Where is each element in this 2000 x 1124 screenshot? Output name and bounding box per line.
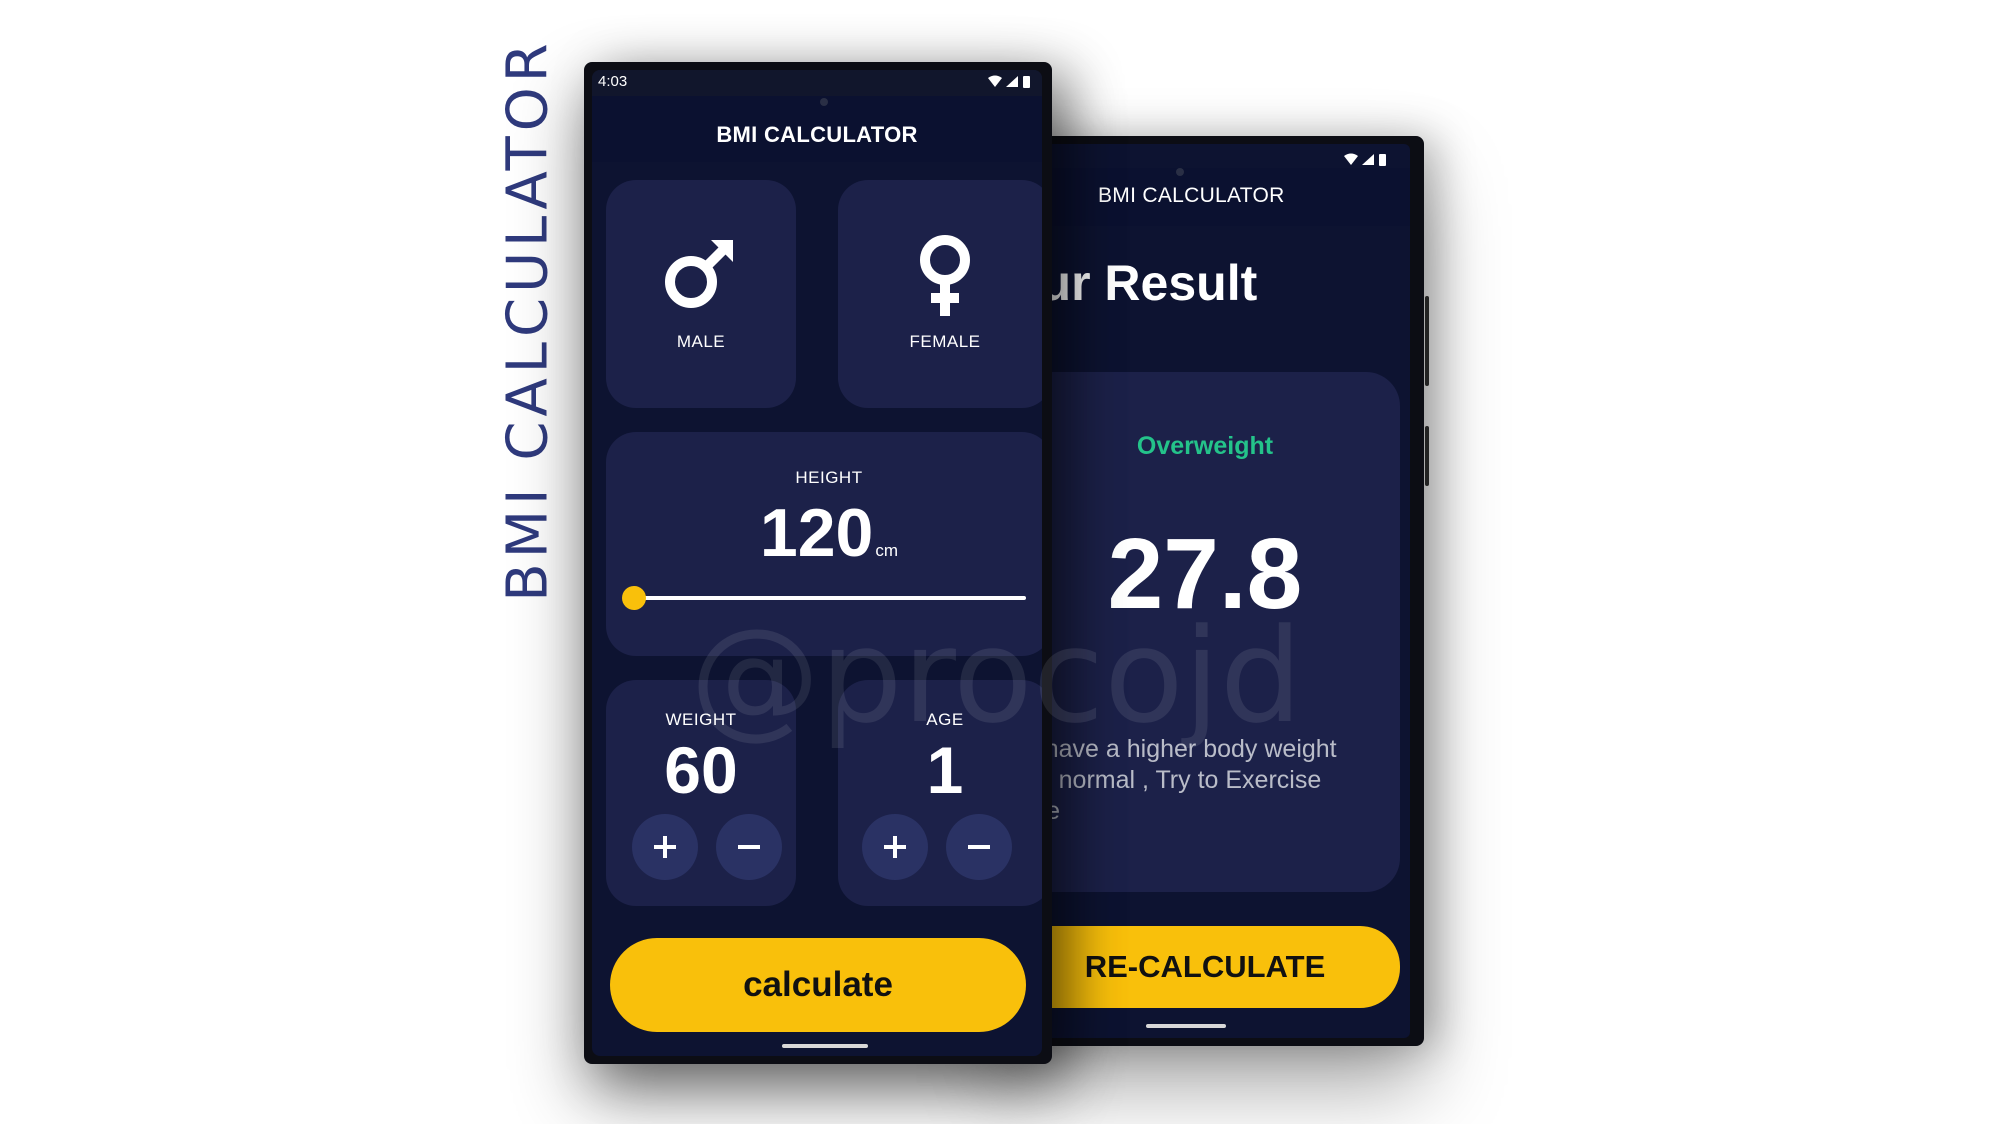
camera-dot (1176, 168, 1184, 176)
height-label: HEIGHT (795, 468, 863, 487)
height-value: 120 cm (606, 494, 1042, 572)
calculate-button[interactable]: calculate (610, 938, 1026, 1032)
female-label: FEMALE (909, 332, 981, 351)
input-phone: 4:03 BMI CALCULATOR MALE FEMALE HEIGHT 1… (584, 62, 1052, 1064)
male-icon (606, 232, 796, 312)
result-screen: BMI CALCULATOR our Result Overweight 27.… (1010, 144, 1410, 1038)
result-phone: BMI CALCULATOR our Result Overweight 27.… (1000, 136, 1429, 1046)
bmi-message: ou have a higher body weight han normal … (1010, 735, 1337, 825)
home-indicator[interactable] (1146, 1024, 1226, 1028)
weight-value: 60 (664, 733, 738, 807)
female-card[interactable]: FEMALE (838, 180, 1042, 408)
age-card: AGE 1 (838, 680, 1042, 906)
male-label: MALE (676, 332, 726, 351)
height-card: HEIGHT 120 cm (606, 432, 1042, 656)
plus-icon (654, 836, 676, 858)
recalculate-button[interactable]: RE-CALCULATE (1010, 926, 1400, 1008)
status-bar: 4:03 (592, 70, 1042, 96)
home-indicator[interactable] (782, 1044, 868, 1048)
result-app-bar: BMI CALCULATOR (1010, 168, 1410, 226)
weight-label: WEIGHT (665, 710, 737, 729)
minus-icon (738, 845, 760, 849)
age-value: 1 (926, 733, 964, 807)
app-bar: BMI CALCULATOR (592, 96, 1042, 162)
power-button (1425, 426, 1429, 486)
age-increment-button[interactable] (862, 814, 928, 880)
minus-icon (968, 845, 990, 849)
result-card: Overweight 27.8 ou have a higher body we… (1010, 372, 1400, 892)
weight-increment-button[interactable] (632, 814, 698, 880)
bmi-status: Overweight (1136, 432, 1274, 460)
age-label: AGE (926, 710, 964, 729)
camera-dot (820, 98, 828, 106)
height-slider-thumb[interactable] (622, 586, 646, 610)
weight-decrement-button[interactable] (716, 814, 782, 880)
app-title: BMI CALCULATOR (716, 122, 918, 147)
side-title: BMI CALCULATOR (495, 38, 561, 602)
status-icons-svg (1344, 153, 1386, 166)
height-slider[interactable] (622, 586, 1026, 610)
status-icons-svg (988, 75, 1030, 88)
plus-icon (884, 836, 906, 858)
male-card[interactable]: MALE (606, 180, 796, 408)
weight-card: WEIGHT 60 (606, 680, 796, 906)
volume-button (1425, 296, 1429, 386)
input-screen: 4:03 BMI CALCULATOR MALE FEMALE HEIGHT 1… (592, 70, 1042, 1056)
height-unit: cm (875, 541, 899, 560)
status-time: 4:03 (598, 73, 628, 90)
height-number: 120 (759, 495, 874, 571)
status-icons (986, 74, 1034, 95)
result-app-title: BMI CALCULATOR (1098, 184, 1285, 207)
female-icon (838, 232, 1042, 320)
age-decrement-button[interactable] (946, 814, 1012, 880)
bmi-value: 27.8 (1107, 518, 1303, 630)
